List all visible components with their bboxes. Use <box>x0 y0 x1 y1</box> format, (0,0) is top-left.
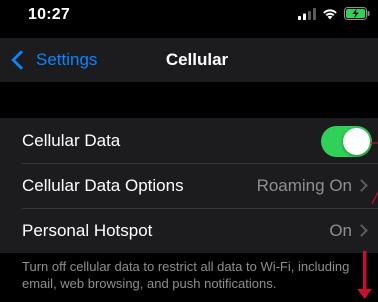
status-time: 10:27 <box>28 6 70 23</box>
settings-list: Cellular Data Cellular Data Options Roam… <box>0 118 378 253</box>
personal-hotspot-value: On <box>329 220 352 240</box>
cellular-data-toggle[interactable] <box>321 126 372 157</box>
cellular-data-label: Cellular Data <box>22 130 121 150</box>
toggle-knob <box>343 128 370 155</box>
navigation-bar: Settings Cellular <box>0 38 378 82</box>
cellular-data-options-row[interactable]: Cellular Data Options Roaming On <box>0 163 378 208</box>
cellular-settings-screen: 10:27 Settings Cellular Cellular Data Ce… <box>0 0 378 302</box>
chevron-right-icon <box>355 179 368 192</box>
chevron-right-icon <box>355 224 368 237</box>
wifi-icon <box>322 7 338 25</box>
page-title: Cellular <box>165 50 229 69</box>
personal-hotspot-label: Personal Hotspot <box>22 220 153 240</box>
cellular-data-options-label: Cellular Data Options <box>22 175 184 195</box>
status-bar: 10:27 <box>0 0 378 38</box>
group-separator <box>0 82 378 118</box>
cellular-data-footer-note: Turn off cellular data to restrict all d… <box>22 259 350 291</box>
status-icons <box>298 7 370 25</box>
battery-charging-icon <box>344 7 370 25</box>
cellular-data-options-value: Roaming On <box>256 175 352 195</box>
personal-hotspot-row[interactable]: Personal Hotspot On <box>0 208 378 253</box>
cellular-data-row[interactable]: Cellular Data <box>0 118 378 163</box>
signal-icon <box>298 7 316 25</box>
